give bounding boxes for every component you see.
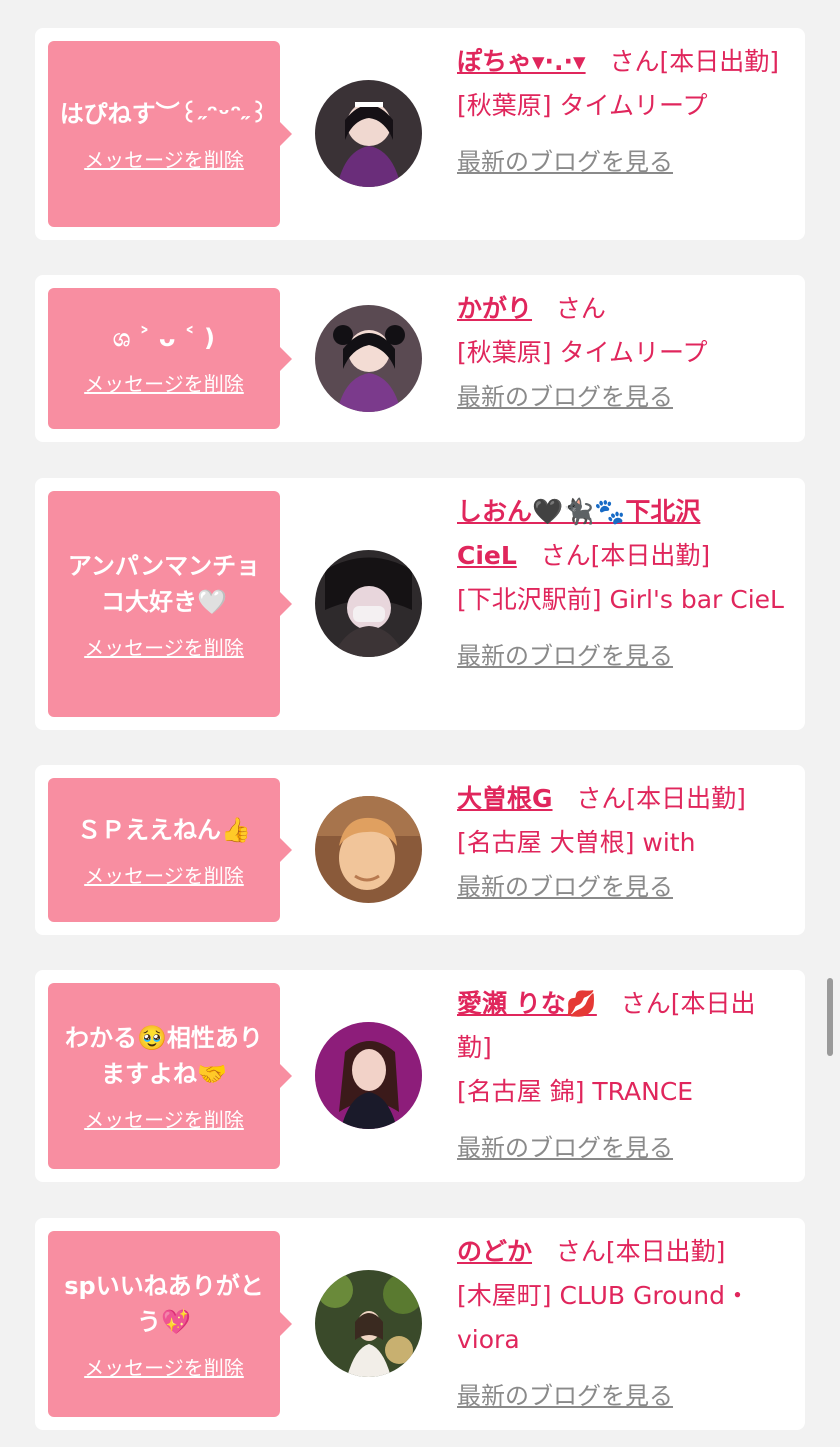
message-text: はぴねす︶꒰˶ᵔᵕᵔ˶꒱ — [59, 99, 269, 128]
delete-message-button[interactable]: メッセージを削除 — [84, 1352, 244, 1381]
shop-label: [名古屋 大曽根] with — [457, 828, 696, 857]
delete-message-button[interactable]: メッセージを削除 — [84, 860, 244, 889]
cast-name-link[interactable]: かがり — [457, 294, 532, 323]
shop-label: [秋葉原] タイムリープ — [457, 338, 708, 367]
blog-link[interactable]: 最新のブログを見る — [457, 1126, 673, 1170]
cast-info: 大曽根G さん[本日出勤] [名古屋 大曽根] with 最新のブログを見る — [457, 777, 787, 909]
avatar[interactable] — [315, 305, 422, 412]
message-card: spいいねありがとう💖 メッセージを削除 のどか さん[本日出勤] [木屋町] … — [35, 1218, 805, 1430]
status-label: [本日出勤] — [605, 1237, 726, 1266]
scrollbar[interactable] — [827, 978, 833, 1056]
blog-link[interactable]: 最新のブログを見る — [457, 140, 673, 184]
cast-name-link[interactable]: 大曽根G — [457, 784, 553, 813]
message-bubble: わかる🥹相性ありますよね🤝 メッセージを削除 — [48, 983, 292, 1169]
message-card: アンパンマンチョコ大好き🤍 メッセージを削除 しおん🖤🐈‍⬛🐾下北沢CieL さ… — [35, 478, 805, 730]
shop-label: [下北沢駅前] Girl's bar CieL — [457, 585, 784, 614]
cast-info: 愛瀬 りな💋 さん[本日出勤] [名古屋 錦] TRANCE 最新のブログを見る — [457, 982, 787, 1170]
blog-link[interactable]: 最新のブログを見る — [457, 1374, 673, 1418]
honorific: さん — [576, 784, 627, 813]
honorific: さん — [555, 1237, 606, 1266]
honorific: さん — [609, 47, 660, 76]
delete-message-button[interactable]: メッセージを削除 — [84, 144, 244, 173]
message-card: ශ ˃ ᴗ ˂ ) メッセージを削除 かがり さん [秋葉原] タイムリープ 最… — [35, 275, 805, 442]
message-bubble: アンパンマンチョコ大好き🤍 メッセージを削除 — [48, 491, 292, 717]
message-text: spいいねありがとう💖 — [64, 1271, 264, 1336]
avatar[interactable] — [315, 796, 422, 903]
cast-name-link[interactable]: 愛瀬 りな💋 — [457, 989, 597, 1018]
honorific: さん — [620, 989, 671, 1018]
message-bubble: spいいねありがとう💖 メッセージを削除 — [48, 1231, 292, 1417]
honorific: さん — [540, 541, 591, 570]
avatar[interactable] — [315, 550, 422, 657]
cast-name-link[interactable]: のどか — [457, 1237, 532, 1266]
message-card: ＳＰええねん👍 メッセージを削除 大曽根G さん[本日出勤] [名古屋 大曽根]… — [35, 765, 805, 935]
avatar[interactable] — [315, 1022, 422, 1129]
delete-message-button[interactable]: メッセージを削除 — [84, 1104, 244, 1133]
avatar[interactable] — [315, 80, 422, 187]
status-label: [本日出勤] — [659, 47, 779, 76]
status-label: [本日出勤] — [590, 541, 711, 570]
message-text: ශ ˃ ᴗ ˂ ) — [112, 324, 216, 352]
message-bubble: ＳＰええねん👍 メッセージを削除 — [48, 778, 292, 922]
cast-info: ぽちゃ▾·.·▾ さん[本日出勤] [秋葉原] タイムリープ 最新のブログを見る — [457, 40, 787, 184]
cast-info: かがり さん [秋葉原] タイムリープ 最新のブログを見る — [457, 287, 787, 419]
delete-message-button[interactable]: メッセージを削除 — [84, 632, 244, 661]
honorific: さん — [555, 294, 606, 323]
shop-label: [秋葉原] タイムリープ — [457, 91, 708, 120]
message-card: はぴねす︶꒰˶ᵔᵕᵔ˶꒱ メッセージを削除 ぽちゃ▾·.·▾ さん[本日出勤] … — [35, 28, 805, 240]
message-text: わかる🥹相性ありますよね🤝 — [65, 1023, 263, 1088]
blog-link[interactable]: 最新のブログを見る — [457, 865, 673, 909]
delete-message-button[interactable]: メッセージを削除 — [84, 368, 244, 397]
message-bubble: はぴねす︶꒰˶ᵔᵕᵔ˶꒱ メッセージを削除 — [48, 41, 292, 227]
message-bubble: ශ ˃ ᴗ ˂ ) メッセージを削除 — [48, 288, 292, 429]
message-text: ＳＰええねん👍 — [77, 815, 251, 844]
message-card: わかる🥹相性ありますよね🤝 メッセージを削除 愛瀬 りな💋 さん[本日出勤] [… — [35, 970, 805, 1182]
avatar[interactable] — [315, 1270, 422, 1377]
message-text: アンパンマンチョコ大好き🤍 — [67, 551, 261, 616]
blog-link[interactable]: 最新のブログを見る — [457, 375, 673, 419]
status-label: [本日出勤] — [626, 784, 746, 813]
cast-info: のどか さん[本日出勤] [木屋町] CLUB Ground・viora 最新の… — [457, 1230, 787, 1418]
shop-label: [名古屋 錦] TRANCE — [457, 1077, 694, 1106]
blog-link[interactable]: 最新のブログを見る — [457, 634, 673, 678]
cast-name-link[interactable]: ぽちゃ▾·.·▾ — [457, 47, 586, 76]
shop-label: [木屋町] CLUB Ground・viora — [457, 1281, 750, 1354]
cast-info: しおん🖤🐈‍⬛🐾下北沢CieL さん[本日出勤] [下北沢駅前] Girl's … — [457, 490, 787, 678]
